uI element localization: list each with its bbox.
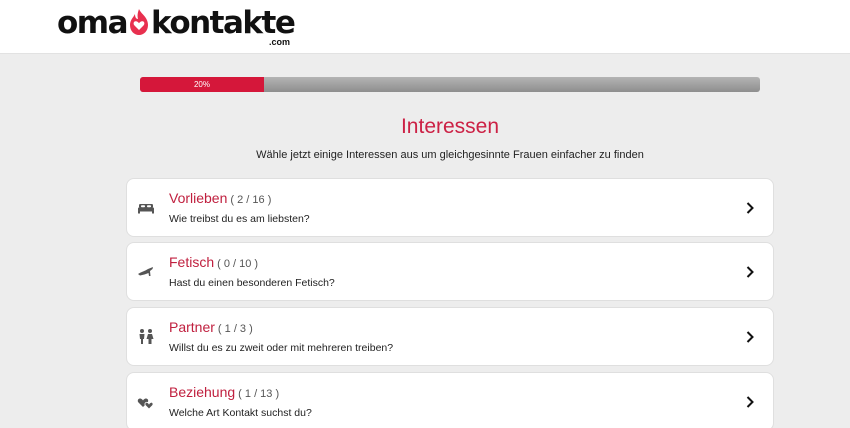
page-title: Interessen (400, 115, 500, 138)
site-header: oma kontakte .com (0, 0, 850, 54)
category-count: ( 1 / 3 ) (217, 323, 253, 335)
category-name: Beziehung (169, 384, 236, 400)
flame-heart-icon (130, 9, 149, 35)
progress-label: 20% (193, 80, 210, 89)
category-question: Hast du einen besonderen Fetisch? (169, 277, 335, 289)
logo-domain-suffix: .com (269, 37, 291, 47)
category-name: Vorlieben (169, 190, 228, 206)
category-card-beziehung[interactable]: Beziehung( 1 / 13 ) Welche Art Kontakt s… (126, 372, 774, 428)
logo-wordmark: oma kontakte (57, 1, 296, 45)
high-heel-icon (138, 267, 153, 276)
category-question: Wie treibst du es am liebsten? (169, 213, 310, 225)
chevron-right-icon (746, 202, 754, 214)
progress-bar: 20% (140, 77, 760, 92)
category-title: Beziehung( 1 / 13 ) (169, 383, 279, 403)
chevron-right-icon (746, 331, 754, 343)
category-name: Partner (169, 319, 215, 335)
couple-icon (139, 329, 154, 344)
category-title: Fetisch( 0 / 10 ) (169, 253, 258, 273)
category-card-fetisch[interactable]: Fetisch( 0 / 10 ) Hast du einen besonder… (126, 242, 774, 301)
logo-left-text: oma (57, 5, 129, 41)
chevron-right-icon (746, 396, 754, 408)
category-question: Willst du es zu zweit oder mit mehreren … (169, 342, 394, 354)
category-card-partner[interactable]: Partner( 1 / 3 ) Willst du es zu zweit o… (126, 307, 774, 366)
category-card-vorlieben[interactable]: Vorlieben( 2 / 16 ) Wie treibst du es am… (126, 178, 774, 237)
category-count: ( 1 / 13 ) (238, 388, 280, 400)
category-title: Partner( 1 / 3 ) (169, 318, 253, 338)
page-subtitle: Wähle jetzt einige Interessen aus um gle… (256, 149, 644, 161)
category-question: Welche Art Kontakt suchst du? (169, 407, 312, 419)
logo-right-text: kontakte (151, 5, 296, 41)
category-title: Vorlieben( 2 / 16 ) (169, 189, 271, 209)
bed-icon (138, 204, 154, 214)
category-name: Fetisch (169, 254, 215, 270)
hearts-icon (137, 398, 154, 410)
category-count: ( 2 / 16 ) (230, 194, 272, 206)
chevron-right-icon (746, 266, 754, 278)
category-count: ( 0 / 10 ) (217, 258, 259, 270)
